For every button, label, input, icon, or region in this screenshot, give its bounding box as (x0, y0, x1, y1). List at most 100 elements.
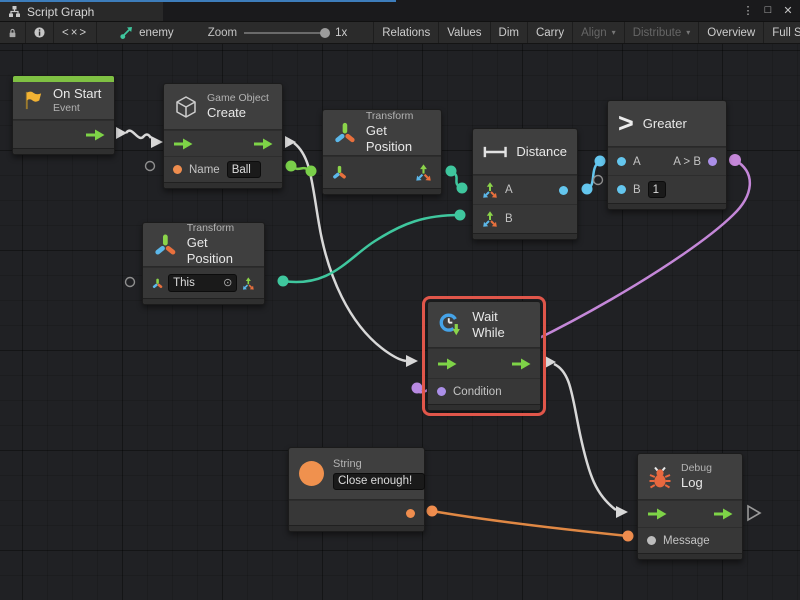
unconnected-flow-triangle (748, 506, 760, 520)
node-subtitle: Event (53, 102, 101, 115)
string-value-field[interactable] (333, 473, 425, 490)
vector3-input-port[interactable] (482, 211, 498, 227)
node-wait-while[interactable]: Wait While Condition (427, 301, 541, 411)
node-header: Transform Get Position (143, 223, 264, 267)
dim-button[interactable]: Dim (491, 22, 528, 43)
wire-endpoint (286, 161, 297, 172)
bool-input-port[interactable] (437, 387, 446, 396)
target-value-input[interactable] (173, 277, 219, 289)
node-get-position-a[interactable]: Transform Get Position (322, 109, 442, 195)
flow-input-port[interactable] (173, 138, 193, 150)
string-input-port[interactable] (173, 165, 182, 174)
wire-endpoint (595, 156, 606, 167)
value-input-port[interactable] (617, 157, 626, 166)
lock-button[interactable] (0, 22, 26, 43)
info-icon (34, 26, 45, 39)
wire-start-cap (285, 136, 296, 148)
node-title: String (333, 458, 425, 471)
wait-clock-icon (438, 311, 463, 338)
node-header: On Start Event (13, 82, 114, 120)
value-port-row: ⊙ (143, 267, 264, 298)
full-screen-button[interactable]: Full Screen (764, 22, 800, 43)
window-menu-icon[interactable]: ⋮ (740, 2, 756, 18)
wire-onstart-to-create[interactable] (126, 131, 151, 138)
flow-port-row (164, 130, 282, 156)
target-field[interactable]: ⊙ (168, 274, 237, 292)
relations-button[interactable]: Relations (374, 22, 439, 43)
node-footer (473, 233, 577, 239)
wire-arrowhead (151, 136, 163, 148)
output-label: A > B (673, 156, 701, 168)
flow-output-port[interactable] (253, 138, 273, 150)
wire-endpoint (455, 210, 466, 221)
code-view-button[interactable]: <×> (54, 22, 97, 43)
wire-waitwhile-to-log[interactable] (554, 364, 616, 510)
vector3-input-port[interactable] (482, 182, 498, 198)
node-create[interactable]: Game Object Create Name (163, 83, 283, 189)
wire-endpoint (427, 506, 438, 517)
node-get-position-b[interactable]: Transform Get Position ⊙ (142, 222, 265, 305)
flag-icon (23, 90, 44, 111)
condition-row: Condition (428, 378, 540, 404)
node-log[interactable]: Debug Log Message (637, 453, 743, 560)
node-on-start[interactable]: On Start Event (12, 75, 115, 155)
wire-endpoint (412, 383, 423, 394)
node-title: Log (681, 475, 712, 491)
window-close-icon[interactable]: ✕ (780, 2, 796, 18)
flow-input-port[interactable] (437, 358, 457, 370)
object-picker-icon[interactable]: ⊙ (223, 278, 232, 289)
bug-icon (648, 465, 672, 489)
port-label: Condition (453, 386, 502, 398)
flow-port-row (638, 500, 742, 527)
b-value-field[interactable] (648, 181, 666, 198)
graph-reference-label: enemy (139, 27, 174, 39)
info-button[interactable] (26, 22, 54, 43)
node-category: Transform (187, 222, 254, 235)
node-category: Transform (366, 110, 431, 123)
zoom-slider[interactable] (244, 32, 328, 34)
float-output-port[interactable] (559, 186, 568, 195)
value-input-port[interactable] (617, 185, 626, 194)
string-output-port[interactable] (406, 509, 415, 518)
wire-endpoint (582, 184, 593, 195)
input-a-row: A A > B (608, 147, 726, 175)
window-maximize-icon[interactable]: □ (760, 2, 776, 18)
zoom-label: Zoom (208, 27, 237, 39)
node-string[interactable]: String (288, 447, 425, 532)
message-input-port[interactable] (647, 536, 656, 545)
wire-arrowhead (406, 355, 418, 367)
unconnected-port-ring (126, 278, 135, 287)
flow-input-port[interactable] (647, 508, 667, 520)
node-footer (638, 553, 742, 559)
graph-reference-button[interactable]: enemy (111, 22, 182, 43)
node-title: On Start (53, 86, 101, 102)
vector3-output-port[interactable] (242, 275, 255, 292)
values-button[interactable]: Values (439, 22, 490, 43)
port-label: Name (189, 164, 220, 176)
wire-string-to-message[interactable] (432, 511, 628, 536)
node-greater[interactable]: > Greater A A > B B (607, 100, 727, 210)
node-footer (323, 188, 441, 194)
node-distance[interactable]: Distance A B (472, 128, 578, 240)
transform-input-port[interactable] (332, 165, 347, 180)
transform-input-port[interactable] (152, 276, 163, 291)
vector3-output-port[interactable] (415, 164, 432, 181)
flow-output-port[interactable] (511, 358, 531, 370)
unconnected-port-ring (146, 162, 155, 171)
zoom-slider-handle[interactable] (320, 28, 330, 38)
greater-icon: > (618, 110, 634, 137)
flow-output-port[interactable] (85, 129, 105, 141)
wire-endpoint (446, 166, 457, 177)
carry-button[interactable]: Carry (528, 22, 573, 43)
bool-output-port[interactable] (708, 157, 717, 166)
graph-canvas[interactable]: On Start Event Game Object Create (0, 44, 800, 600)
name-value-field[interactable] (227, 161, 261, 178)
wire-getposition-b-to-distance-b[interactable] (283, 215, 460, 282)
distribute-button[interactable]: Distribute (625, 22, 700, 43)
overview-button[interactable]: Overview (699, 22, 764, 43)
tab-script-graph[interactable]: Script Graph (0, 2, 163, 21)
node-header: Transform Get Position (323, 110, 441, 156)
distance-icon (483, 145, 507, 159)
flow-output-port[interactable] (713, 508, 733, 520)
align-button[interactable]: Align (573, 22, 625, 43)
